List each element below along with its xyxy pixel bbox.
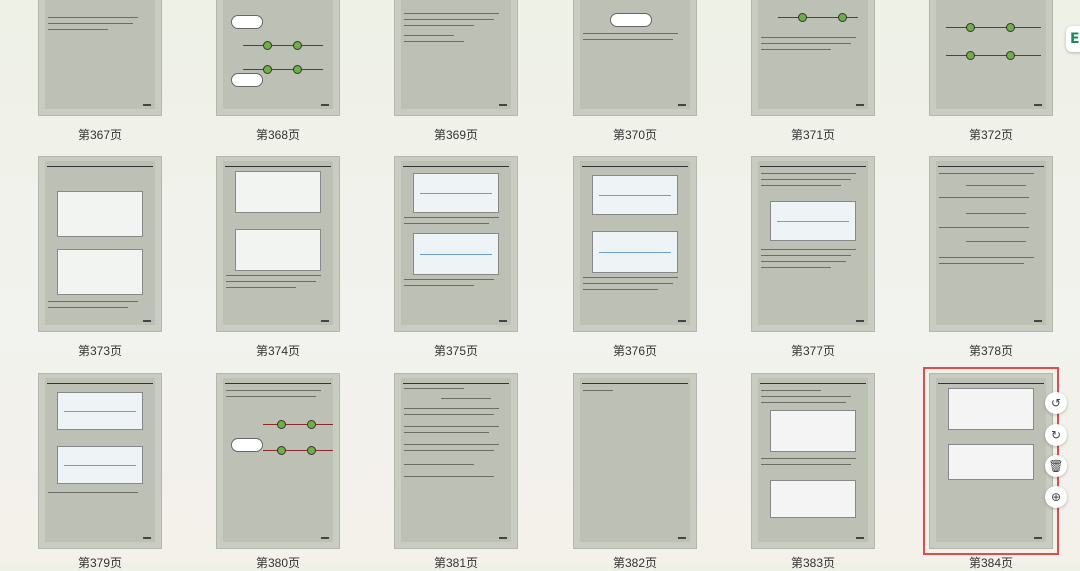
page-thumb-376[interactable]	[573, 156, 697, 332]
page-thumb-378[interactable]	[929, 156, 1053, 332]
page-thumb-382[interactable]	[573, 373, 697, 549]
page-label: 第372页	[968, 128, 1014, 142]
page-label: 第375页	[433, 344, 479, 358]
page-label: 第376页	[612, 344, 658, 358]
page-thumb-371[interactable]	[751, 0, 875, 116]
page-label: 第368页	[255, 128, 301, 142]
rotate-left-icon[interactable]: ↺	[1045, 392, 1067, 414]
plus-circle-icon[interactable]: ⊕	[1045, 486, 1067, 508]
page-thumb-370[interactable]	[573, 0, 697, 116]
page-label: 第378页	[968, 344, 1014, 358]
page-label: 第377页	[790, 344, 836, 358]
page-thumb-373[interactable]	[38, 156, 162, 332]
page-thumb-381[interactable]	[394, 373, 518, 549]
page-thumb-377[interactable]	[751, 156, 875, 332]
rotate-right-icon[interactable]: ↻	[1045, 424, 1067, 446]
page-label: 第370页	[612, 128, 658, 142]
page-thumb-368[interactable]	[216, 0, 340, 116]
sidebar-toggle-icon[interactable]: E	[1066, 26, 1080, 52]
trash-icon[interactable]: 🗑	[1045, 455, 1067, 477]
page-thumb-367[interactable]	[38, 0, 162, 116]
page-label: 第374页	[255, 344, 301, 358]
page-label: 第367页	[77, 128, 123, 142]
page-label: 第369页	[433, 128, 479, 142]
page-thumb-383[interactable]	[751, 373, 875, 549]
page-thumb-375[interactable]	[394, 156, 518, 332]
page-thumb-369[interactable]	[394, 0, 518, 116]
page-label: 第373页	[77, 344, 123, 358]
page-label: 第371页	[790, 128, 836, 142]
page-thumb-380[interactable]	[216, 373, 340, 549]
page-thumb-384[interactable]	[923, 367, 1059, 555]
page-thumb-372[interactable]	[929, 0, 1053, 116]
page-thumb-374[interactable]	[216, 156, 340, 332]
page-thumb-379[interactable]	[38, 373, 162, 549]
